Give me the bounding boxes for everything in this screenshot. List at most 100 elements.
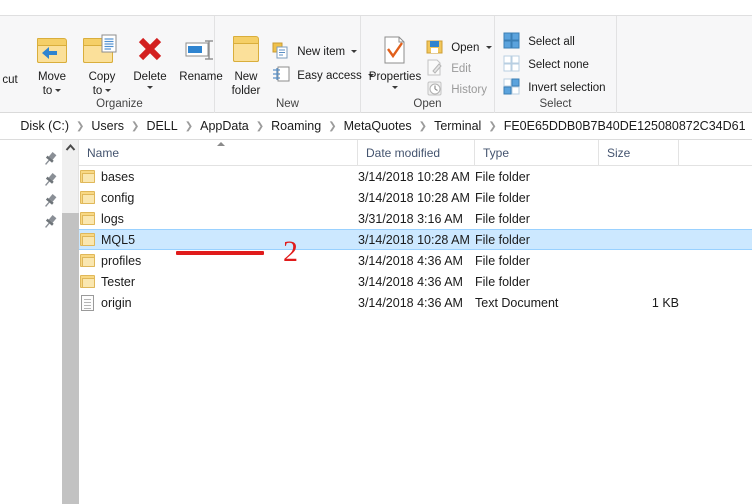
table-row[interactable]: logs3/31/2018 3:16 AMFile folder <box>79 208 752 229</box>
invert-selection-icon <box>503 78 521 95</box>
table-row[interactable]: MQL5 3/14/2018 10:28 AM File folder <box>79 229 752 250</box>
move-to-label-line1: Move <box>38 71 66 83</box>
new-item-button[interactable]: New item <box>272 42 357 60</box>
cell-type: File folder <box>475 233 530 247</box>
select-none-button[interactable]: Select none <box>503 55 589 73</box>
select-all-label: Select all <box>528 36 575 48</box>
edit-label: Edit <box>451 63 471 75</box>
breadcrumb-separator: ❯ <box>414 121 432 132</box>
cell-type: File folder <box>475 191 530 205</box>
folder-icon <box>80 233 96 247</box>
annotation-red-line <box>176 251 264 255</box>
ribbon-group-new-label: New <box>215 97 360 111</box>
scrollbar-thumb[interactable] <box>62 213 79 504</box>
table-row[interactable]: origin3/14/2018 4:36 AMText Document1 KB <box>79 292 752 313</box>
open-label: Open <box>451 42 479 54</box>
pin-icon[interactable] <box>42 214 58 230</box>
pin-icon[interactable] <box>42 151 58 167</box>
column-header-label: Size <box>607 146 630 160</box>
properties-checkmark-icon <box>366 34 424 68</box>
breadcrumb-item-6[interactable]: Terminal <box>432 119 483 133</box>
breadcrumb-item-2[interactable]: DELL <box>144 119 179 133</box>
cell-type: File folder <box>475 275 530 289</box>
file-list-rows: bases3/14/2018 10:28 AMFile folderconfig… <box>79 166 752 313</box>
breadcrumb-item-3[interactable]: AppData <box>198 119 251 133</box>
table-row[interactable]: bases3/14/2018 10:28 AMFile folder <box>79 166 752 187</box>
edit-button[interactable]: Edit <box>426 59 471 77</box>
select-all-button[interactable]: Select all <box>503 32 575 50</box>
cell-type: Text Document <box>475 296 558 310</box>
sort-ascending-caret-icon <box>217 142 225 146</box>
column-header-type[interactable]: Type <box>475 140 599 166</box>
breadcrumb-item-4[interactable]: Roaming <box>269 119 323 133</box>
table-row[interactable]: config 3/14/2018 10:28 AM File folder <box>79 187 752 208</box>
folder-icon <box>80 254 96 268</box>
cell-name: profiles <box>101 254 141 268</box>
ribbon-group-select-label: Select <box>495 97 616 111</box>
select-none-label: Select none <box>528 59 589 71</box>
folder-arrow-left-icon <box>30 34 74 68</box>
easy-access-button[interactable]: Easy access <box>272 66 374 84</box>
delete-chevron-down-icon[interactable] <box>147 86 153 89</box>
address-bar-breadcrumb[interactable]: ❯Disk (C:)❯Users❯DELL❯AppData❯Roaming❯Me… <box>0 113 752 139</box>
cell-date: 3/14/2018 10:28 AM <box>358 191 470 205</box>
properties-button[interactable]: Properties <box>366 34 424 89</box>
breadcrumb-separator: ❯ <box>180 121 198 132</box>
cell-type: File folder <box>475 212 530 226</box>
breadcrumb-separator: ❯ <box>323 121 341 132</box>
new-item-label: New item <box>297 46 345 58</box>
column-header-size[interactable]: Size <box>599 140 679 166</box>
cell-date: 3/31/2018 3:16 AM <box>358 212 463 226</box>
new-folder-label-line2: folder <box>232 85 261 97</box>
cell-date: 3/14/2018 10:28 AM <box>358 170 470 184</box>
cell-name: config <box>101 191 134 205</box>
copy-to-label-line2: to <box>93 85 103 97</box>
folder-icon <box>80 170 96 184</box>
column-header-label: Date modified <box>366 146 440 160</box>
folder-copy-icon <box>80 34 124 68</box>
file-explorer-window: cut Organize Move to <box>0 0 752 504</box>
history-button[interactable]: History <box>426 80 487 98</box>
navigation-pane-scrollbar[interactable] <box>62 140 79 504</box>
copy-to-label-line1: Copy <box>89 71 116 83</box>
cell-date: 3/14/2018 10:28 AM <box>358 233 470 247</box>
invert-selection-button[interactable]: Invert selection <box>503 78 606 96</box>
new-folder-button[interactable]: New folder <box>223 34 269 98</box>
cell-date: 3/14/2018 4:36 AM <box>358 296 463 310</box>
move-to-chevron-down-icon[interactable] <box>55 89 61 92</box>
table-row[interactable]: Tester3/14/2018 4:36 AMFile folder <box>79 271 752 292</box>
breadcrumb-item-7[interactable]: FE0E65DDB0B7B40DE125080872C34D61 <box>502 119 748 133</box>
ribbon-toolbar: cut Organize Move to <box>0 15 752 113</box>
properties-chevron-down-icon[interactable] <box>392 86 398 89</box>
column-header-date[interactable]: Date modified <box>358 140 475 166</box>
scroll-up-chevron-up-icon[interactable] <box>62 140 79 157</box>
breadcrumb-separator: ❯ <box>71 121 89 132</box>
breadcrumb-item-5[interactable]: MetaQuotes <box>342 119 414 133</box>
pin-icon[interactable] <box>42 193 58 209</box>
select-all-icon <box>503 32 521 49</box>
delete-button[interactable]: Delete <box>127 34 173 89</box>
open-chevron-down-icon[interactable] <box>486 46 492 49</box>
breadcrumb-separator: ❯ <box>126 121 144 132</box>
breadcrumb-separator: ❯ <box>251 121 269 132</box>
breadcrumb-item-0[interactable]: Disk (C:) <box>18 119 71 133</box>
easy-access-label: Easy access <box>297 70 362 82</box>
cell-name: origin <box>101 296 132 310</box>
cell-name: MQL5 <box>101 233 135 247</box>
cell-name: bases <box>101 170 134 184</box>
file-list-pane: Name Date modified Type Size bases 3/14/2018… <box>79 140 752 504</box>
copy-to-button[interactable]: Copy to <box>80 34 124 98</box>
new-item-chevron-down-icon[interactable] <box>351 50 357 53</box>
column-header-label: Name <box>87 146 119 160</box>
copy-to-chevron-down-icon[interactable] <box>105 89 111 92</box>
breadcrumb-item-1[interactable]: Users <box>89 119 126 133</box>
move-to-button[interactable]: Move to <box>30 34 74 98</box>
folder-icon <box>223 34 269 68</box>
annotation-number: 2 <box>283 237 298 267</box>
folder-icon <box>80 191 96 205</box>
open-button[interactable]: Open <box>426 38 492 56</box>
edit-pencil-icon <box>426 59 444 76</box>
pin-icon[interactable] <box>42 172 58 188</box>
column-header-name[interactable]: Name <box>79 140 358 166</box>
cell-name: Tester <box>101 275 135 289</box>
